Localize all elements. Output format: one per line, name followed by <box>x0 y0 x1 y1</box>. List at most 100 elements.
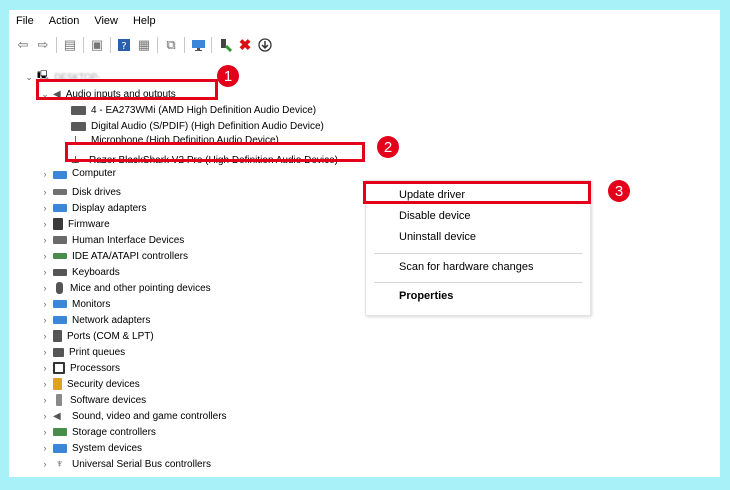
tree-item-label: Print queues <box>69 346 126 358</box>
printer-icon <box>53 347 64 357</box>
scan-hardware-menu-item[interactable]: Scan for hardware changes <box>399 261 534 273</box>
chevron-right-icon[interactable]: › <box>39 347 51 357</box>
tree-item-label: Network adapters <box>72 314 151 326</box>
callout-badge-2: 2 <box>377 136 399 158</box>
chevron-right-icon[interactable]: › <box>39 315 51 325</box>
tree-item-processors[interactable]: › Processors <box>39 360 120 376</box>
tree-item-monitors[interactable]: › Monitors <box>39 296 111 312</box>
tree-item-mice[interactable]: › Mice and other pointing devices <box>39 280 211 296</box>
chevron-right-icon[interactable]: › <box>39 443 51 453</box>
mouse-icon <box>56 282 63 294</box>
port-icon <box>53 330 62 342</box>
tree-item-label: Monitors <box>72 298 111 310</box>
tree-item-label: Digital Audio (S/PDIF) (High Definition … <box>91 120 324 132</box>
callout-box-update-driver <box>363 181 591 204</box>
tree-item-label: Disk drives <box>72 186 121 198</box>
tree-item-label: System devices <box>72 442 143 454</box>
chevron-right-icon[interactable]: › <box>39 379 51 389</box>
chevron-right-icon[interactable]: › <box>39 363 51 373</box>
tree-item-label: Keyboards <box>72 266 120 278</box>
tree-item-keyboards[interactable]: › Keyboards <box>39 264 120 280</box>
tree-item-sound-controllers[interactable]: › ◀ Sound, video and game controllers <box>39 408 227 424</box>
tree-item-label: Processors <box>70 362 121 374</box>
chevron-right-icon[interactable]: › <box>39 267 51 277</box>
svg-text:?: ? <box>121 41 126 52</box>
security-device-icon <box>53 378 62 390</box>
forward-arrow-icon[interactable]: ⇨ <box>35 37 51 53</box>
menu-file[interactable]: File <box>9 15 42 27</box>
view-icon[interactable]: ▣ <box>89 37 105 53</box>
ide-controller-icon <box>53 253 67 259</box>
toolbar-separator <box>56 37 57 53</box>
menu-action[interactable]: Action <box>42 15 88 27</box>
help-icon[interactable]: ? <box>116 37 132 53</box>
chevron-right-icon[interactable]: › <box>39 427 51 437</box>
chevron-right-icon[interactable]: › <box>39 411 51 421</box>
monitor-icon <box>53 300 67 308</box>
chevron-right-icon[interactable]: › <box>39 331 51 341</box>
context-menu-separator <box>374 282 582 283</box>
tree-item-security-devices[interactable]: › Security devices <box>39 376 140 392</box>
menu-help[interactable]: Help <box>126 15 164 27</box>
chevron-right-icon[interactable]: › <box>39 395 51 405</box>
tree-item-usb-controllers[interactable]: › ♆ Universal Serial Bus controllers <box>39 456 211 472</box>
properties-icon[interactable]: ▤ <box>62 37 78 53</box>
tree-item-audio-device[interactable]: Digital Audio (S/PDIF) (High Definition … <box>71 118 324 134</box>
tree-item-label: 4 - EA273WMi (AMD High Definition Audio … <box>91 104 317 116</box>
chevron-right-icon[interactable]: › <box>39 235 51 245</box>
chevron-right-icon[interactable]: › <box>39 169 51 179</box>
toolbar-separator <box>184 37 185 53</box>
tree-item-label: Security devices <box>67 378 140 390</box>
tree-item-label: Mice and other pointing devices <box>70 282 211 294</box>
system-device-icon <box>53 443 67 453</box>
audio-device-icon <box>71 121 86 131</box>
tree-item-hid[interactable]: › Human Interface Devices <box>39 232 185 248</box>
tree-item-disk-drives[interactable]: › Disk drives <box>39 184 121 200</box>
usb-icon: ♆ <box>55 458 64 470</box>
tree-item-storage-controllers[interactable]: › Storage controllers <box>39 424 156 440</box>
keyboard-icon <box>53 268 67 276</box>
tree-item-label: Ports (COM & LPT) <box>67 330 154 342</box>
chevron-right-icon[interactable]: › <box>39 251 51 261</box>
tree-item-network-adapters[interactable]: › Network adapters <box>39 312 151 328</box>
back-arrow-icon[interactable]: ⇦ <box>15 37 31 53</box>
grid-icon[interactable]: ▦ <box>136 37 152 53</box>
chevron-right-icon[interactable]: › <box>39 219 51 229</box>
chevron-right-icon[interactable]: › <box>39 299 51 309</box>
storage-controller-icon <box>53 428 67 436</box>
disable-device-menu-item[interactable]: Disable device <box>399 210 471 222</box>
tree-item-ide[interactable]: › IDE ATA/ATAPI controllers <box>39 248 188 264</box>
tree-item-audio-device[interactable]: 4 - EA273WMi (AMD High Definition Audio … <box>71 102 316 118</box>
properties-menu-item[interactable]: Properties <box>399 290 453 302</box>
toolbar-separator <box>211 37 212 53</box>
uninstall-icon[interactable]: ✖ <box>237 37 253 54</box>
software-device-icon <box>56 394 62 406</box>
display-adapter-icon <box>53 204 67 212</box>
tree-item-computer[interactable]: › Computer <box>39 167 116 179</box>
tree-item-software-devices[interactable]: › Software devices <box>39 392 146 408</box>
chevron-right-icon[interactable]: › <box>39 283 51 293</box>
tree-item-display-adapters[interactable]: › Display adapters <box>39 200 147 216</box>
uninstall-device-menu-item[interactable]: Uninstall device <box>399 231 476 243</box>
chevron-right-icon[interactable]: › <box>39 459 51 469</box>
tree-item-ports[interactable]: › Ports (COM & LPT) <box>39 328 154 344</box>
audio-device-icon <box>71 105 86 115</box>
tree-item-firmware[interactable]: › Firmware <box>39 216 110 232</box>
toolbar-separator <box>83 37 84 53</box>
callout-box-audio-inputs <box>36 79 218 100</box>
tree-item-print-queues[interactable]: › Print queues <box>39 344 126 360</box>
scan-icon[interactable]: ⧉ <box>163 37 179 53</box>
tree-item-label: Display adapters <box>72 202 147 214</box>
speaker-icon: ◀ <box>53 410 61 422</box>
enable-device-icon[interactable] <box>217 37 233 53</box>
chevron-right-icon[interactable]: › <box>39 203 51 213</box>
menu-view[interactable]: View <box>87 15 126 27</box>
hid-icon <box>53 236 67 244</box>
monitor-icon[interactable] <box>190 37 206 53</box>
tree-item-label: Human Interface Devices <box>72 234 185 246</box>
tree-item-system-devices[interactable]: › System devices <box>39 440 143 456</box>
download-icon[interactable] <box>257 37 273 53</box>
chevron-right-icon[interactable]: › <box>39 187 51 197</box>
chevron-down-icon[interactable]: ⌄ <box>23 72 35 83</box>
computer-icon <box>53 171 67 179</box>
